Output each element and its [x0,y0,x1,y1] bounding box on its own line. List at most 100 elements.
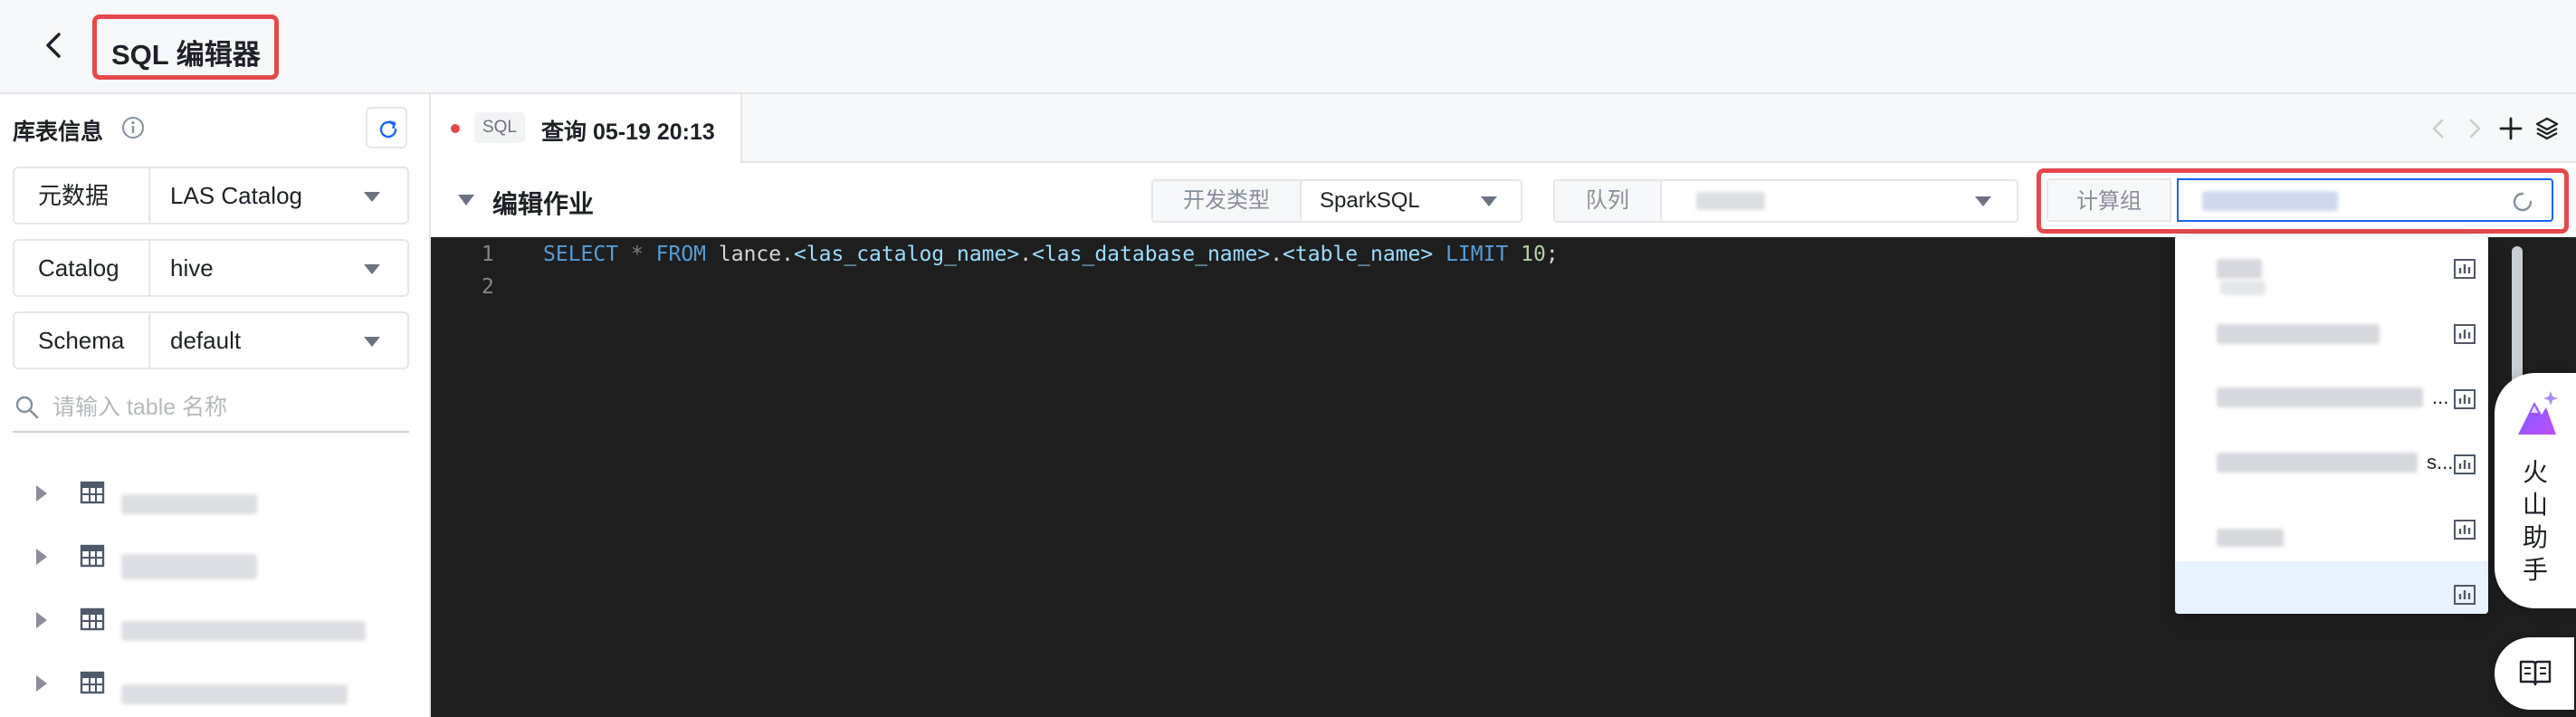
dropdown-option[interactable] [2175,301,2488,366]
table-name-redacted [121,494,257,514]
metadata-select[interactable]: 元数据 LAS Catalog [13,167,409,225]
compute-group-label: 计算组 [2046,178,2171,222]
bar-chart-icon[interactable] [2454,454,2476,474]
table-name-redacted [121,684,348,704]
schema-value: default [170,327,242,354]
option-ellipsis: s... [2427,451,2454,473]
table-search-input[interactable] [52,389,396,425]
dev-type-label: 开发类型 [1153,181,1302,221]
table-search [13,382,409,433]
top-header: SQL 编辑器 [0,0,2576,94]
dev-type-select[interactable]: 开发类型 SparkSQL [1151,179,1522,223]
compute-group-dropdown: ... s... [2175,235,2488,614]
unsaved-dot [451,124,460,133]
table-icon [80,544,105,568]
option-name-redacted [2220,281,2266,295]
code-number: 10 [1508,243,1546,266]
volcano-assistant[interactable]: 火山助手 [2495,373,2576,608]
search-icon [15,396,39,419]
metadata-value: LAS Catalog [170,182,302,209]
line-number: 2 [482,275,494,299]
queue-value-redacted [1696,192,1765,210]
expand-arrow-icon[interactable] [36,485,47,502]
code-dot: . [1019,243,1033,266]
layers-icon[interactable] [2531,112,2563,145]
back-button[interactable] [36,27,72,63]
metadata-label: 元数据 [14,168,150,223]
code-line[interactable]: SELECT * FROM lance.<las_catalog_name>.<… [543,243,1559,266]
section-title: 编辑作业 [492,190,595,218]
table-name-redacted [121,621,366,641]
dev-type-value: SparkSQL [1320,188,1420,213]
compute-group-select[interactable]: 计算组 [2046,178,2559,224]
catalog-value: hive [170,254,214,282]
code-identifier: lance. [706,243,794,266]
sidebar-title: 库表信息 [13,120,104,145]
bar-chart-icon[interactable] [2454,389,2476,409]
docs-button[interactable] [2495,637,2574,710]
dropdown-option[interactable]: s... [2175,431,2488,496]
queue-label: 队列 [1555,181,1662,221]
option-ellipsis: ... [2432,386,2449,408]
loading-spinner-icon [2513,192,2533,212]
refresh-button[interactable] [366,107,407,148]
code-keyword: LIMIT [1445,243,1509,266]
dropdown-option[interactable]: ... [2175,366,2488,431]
option-name-redacted [2217,324,2380,344]
page-title: SQL 编辑器 [111,39,261,71]
catalog-select[interactable]: Catalog hive [13,239,409,297]
collapse-caret-icon[interactable] [458,195,474,206]
schema-select[interactable]: Schema default [13,311,409,369]
option-name-redacted [2217,453,2418,473]
tab-query[interactable]: SQL 查询 05-19 20:13 [431,94,742,163]
caret-down-icon [364,264,380,274]
option-name-redacted [2217,259,2262,279]
dropdown-option[interactable] [2175,235,2488,301]
assistant-label: 火山助手 [2522,458,2548,584]
code-operator: * [618,243,656,266]
queue-select[interactable]: 队列 [1553,179,2018,223]
bar-chart-icon[interactable] [2454,324,2476,344]
table-tree-row[interactable] [0,590,429,654]
info-icon[interactable] [121,116,145,139]
code-placeholder: <table_name> [1283,243,1434,266]
tab-bar: SQL 查询 05-19 20:13 [431,94,2576,163]
expand-arrow-icon[interactable] [36,612,47,628]
page-title-highlight: SQL 编辑器 [92,14,279,80]
schema-label: Schema [14,313,150,368]
tab-label: 查询 05-19 20:13 [541,120,715,145]
compute-group-input[interactable] [2177,178,2553,222]
table-tree-row[interactable] [0,527,429,590]
expand-arrow-icon[interactable] [36,675,47,692]
table-icon [80,481,105,504]
tab-badge: SQL [474,112,525,143]
expand-arrow-icon[interactable] [36,549,47,565]
add-tab-icon[interactable] [2495,112,2527,145]
line-number: 1 [482,243,494,266]
chevron-right-icon[interactable] [2458,112,2491,145]
table-tree-row[interactable] [0,654,429,717]
dropdown-option[interactable] [2175,561,2488,614]
bar-chart-icon[interactable] [2454,520,2476,540]
compute-group-value-redacted [2202,191,2338,211]
bar-chart-icon[interactable] [2454,259,2476,279]
book-icon [2519,660,2552,686]
dropdown-option[interactable] [2175,496,2488,561]
chevron-left-icon[interactable] [2422,112,2455,145]
caret-down-icon [1975,196,1991,206]
bar-chart-icon[interactable] [2454,585,2476,605]
chevron-left-icon [46,33,61,58]
option-name-redacted [2217,529,2284,547]
job-toolbar: 编辑作业 开发类型 SparkSQL 队列 计算组 [431,163,2576,237]
table-tree-row[interactable] [0,464,429,527]
table-icon [80,671,105,694]
refresh-icon [379,120,397,139]
code-keyword: FROM [655,243,707,266]
table-icon [80,607,105,631]
volcano-assistant-icon [2518,391,2558,435]
code-semicolon: ; [1545,243,1559,266]
caret-down-icon [1481,196,1497,206]
catalog-label: Catalog [14,241,150,295]
table-name-redacted [121,554,257,579]
